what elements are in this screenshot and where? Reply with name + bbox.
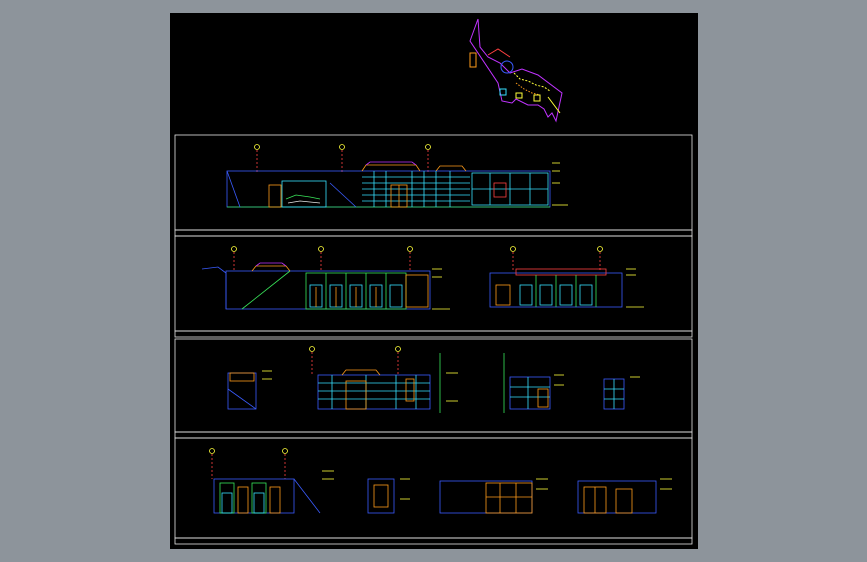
panel-row-2 <box>174 235 693 332</box>
panel-row-1 <box>174 134 693 231</box>
panel-row-4-strip <box>174 537 693 545</box>
panel-row-3 <box>174 338 693 433</box>
panel-row-3-strip <box>174 431 693 439</box>
panel-row-1-strip <box>174 229 693 237</box>
grid-markers <box>254 144 431 173</box>
drawing-sheet <box>170 13 698 549</box>
elevation-row-3 <box>227 346 640 413</box>
panel-row-2-strip <box>174 330 693 338</box>
elevation-row-1 <box>226 144 568 208</box>
key-plan <box>469 18 563 123</box>
elevation-row-2-left <box>201 246 450 310</box>
elevation-row-2-right <box>489 246 644 308</box>
panel-row-4 <box>174 437 693 539</box>
elevation-row-4 <box>209 448 672 514</box>
